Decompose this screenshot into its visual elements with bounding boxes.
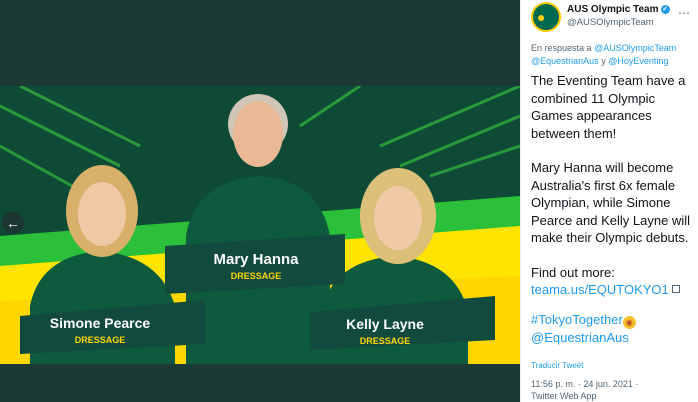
account-name[interactable]: AUS Olympic Team ✓	[567, 4, 670, 15]
athlete-discipline: DRESSAGE	[75, 335, 126, 345]
tweet-link[interactable]: teama.us/EQUTOKYO1	[531, 282, 669, 297]
reply-handle[interactable]: @AUSOlympicTeam	[594, 43, 676, 53]
mention-link[interactable]: @EquestrianAus	[531, 330, 629, 345]
external-link-icon	[671, 285, 680, 293]
kangaroo-logo-icon: ●	[537, 9, 546, 25]
tweet-paragraph: Mary Hanna will become Australia's first…	[531, 160, 690, 245]
reply-context: En respuesta a @AUSOlympicTeam @Equestri…	[531, 43, 677, 66]
reply-handle[interactable]: @HoyEventing	[608, 56, 668, 66]
media-viewer: Simone Pearce DRESSAGE Mary Hanna DRESSA…	[0, 0, 520, 402]
athlete-discipline: DRESSAGE	[360, 336, 411, 346]
athlete-name: Mary Hanna	[213, 251, 299, 268]
tweet-panel: ● AUS Olympic Team ✓ @AUSOlympicTeam ⋯ En…	[520, 0, 698, 402]
athlete-name: Kelly Layne	[346, 316, 424, 332]
tweet-source: Twitter Web App	[531, 391, 597, 401]
more-options-icon[interactable]: ⋯	[678, 6, 690, 20]
hashtag-link[interactable]: #TokyoTogether	[531, 312, 623, 327]
account-handle[interactable]: @AUSOlympicTeam	[567, 17, 654, 28]
hashtag-emoji-icon: ◉	[622, 315, 636, 329]
reply-handle[interactable]: @EquestrianAus	[531, 56, 599, 66]
avatar[interactable]: ●	[531, 2, 561, 32]
athlete-discipline: DRESSAGE	[231, 271, 282, 281]
tweet-paragraph: The Eventing Team have a combined 11 Oly…	[531, 73, 686, 141]
athletes-graphic: Simone Pearce DRESSAGE Mary Hanna DRESSA…	[0, 86, 520, 364]
translate-tweet-link[interactable]: Traducir Tweet	[531, 361, 583, 370]
find-out-text: Find out more:	[531, 264, 615, 280]
athlete-name: Simone Pearce	[50, 315, 151, 331]
tweet-body: The Eventing Team have a combined 11 Oly…	[531, 72, 697, 346]
tweet-image[interactable]: Simone Pearce DRESSAGE Mary Hanna DRESSA…	[0, 86, 520, 364]
tweet-meta: 11:56 p. m. · 24 jun. 2021 · Twitter Web…	[531, 378, 638, 402]
arrow-left-icon[interactable]: ←	[2, 212, 24, 234]
tweet-timestamp[interactable]: 11:56 p. m. · 24 jun. 2021 ·	[531, 379, 638, 389]
verified-badge-icon: ✓	[660, 5, 670, 14]
